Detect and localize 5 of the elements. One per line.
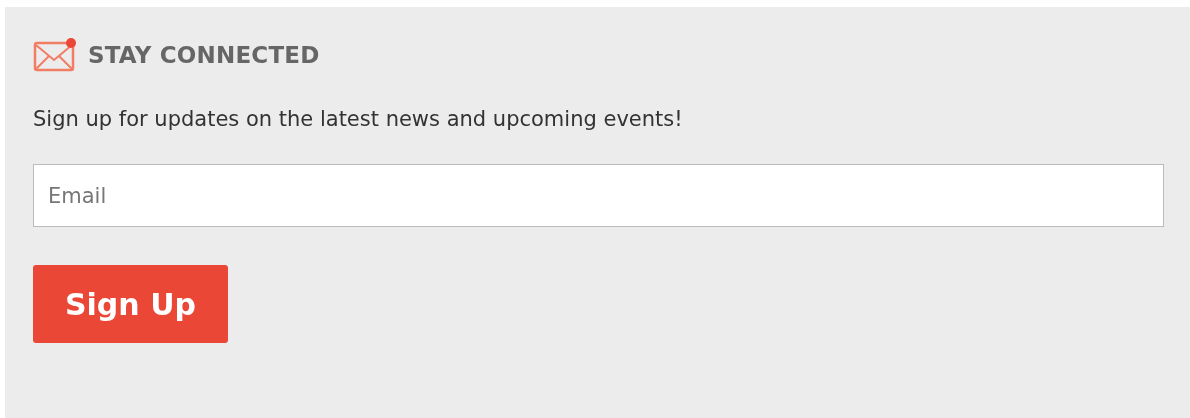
envelope-icon: [33, 37, 77, 73]
description-text: Sign up for updates on the latest news and upcoming events!: [33, 107, 684, 131]
section-heading: STAY CONNECTED: [88, 42, 320, 68]
email-field[interactable]: Email: [33, 164, 1164, 227]
sign-up-button[interactable]: Sign Up: [33, 265, 228, 343]
